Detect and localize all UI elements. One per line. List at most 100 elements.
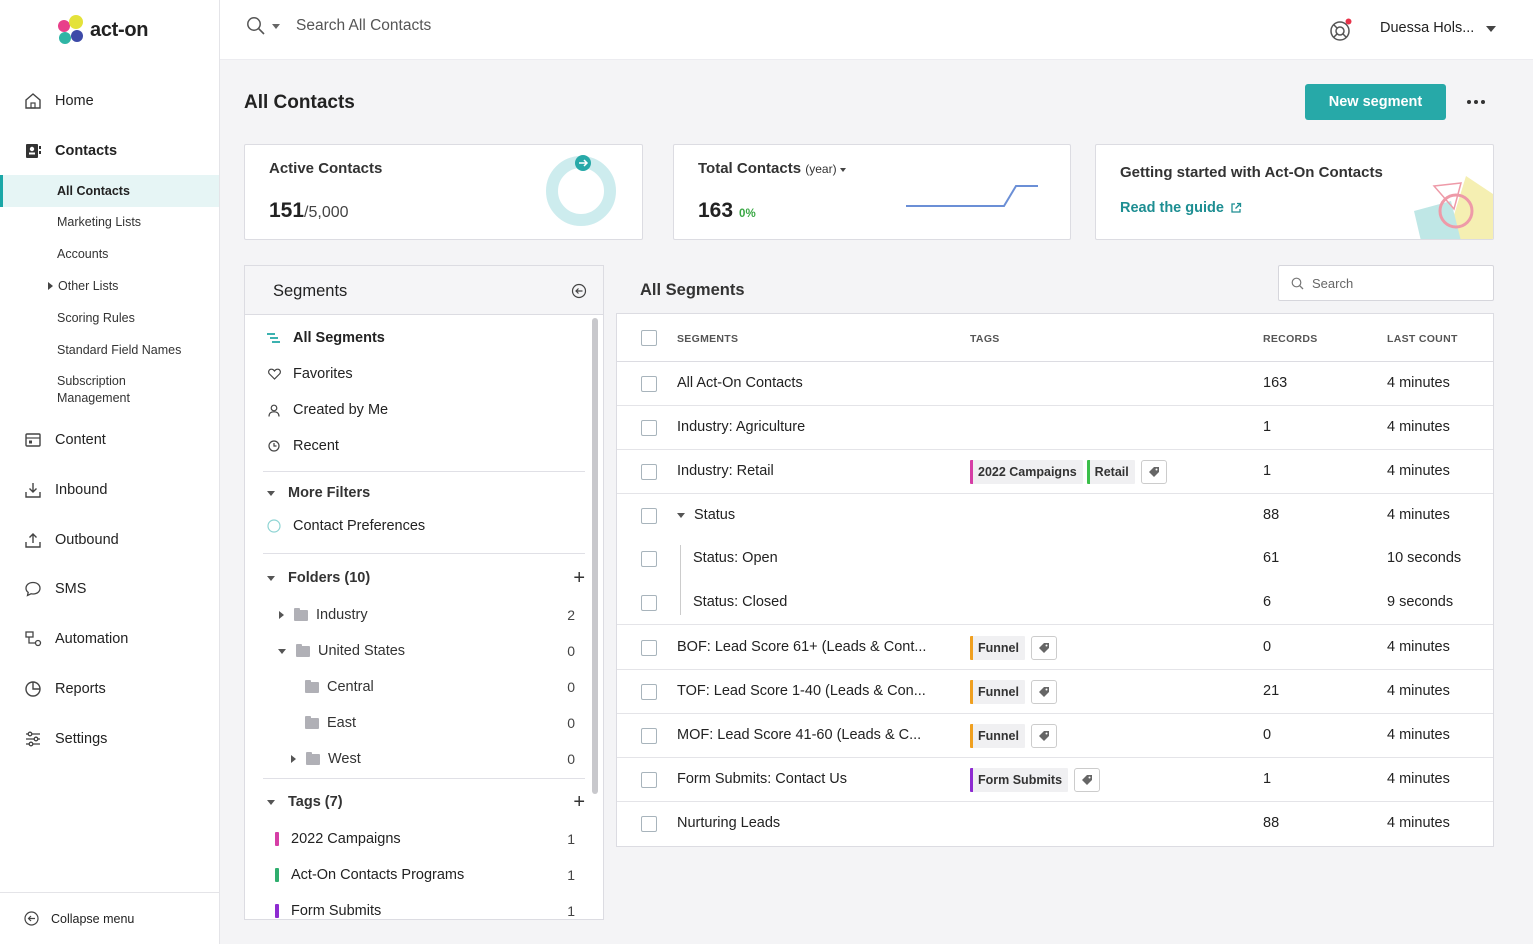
external-link-icon: [1230, 202, 1242, 214]
folder-central[interactable]: Central 0: [267, 670, 575, 704]
sub-other-lists[interactable]: Other Lists: [0, 270, 219, 302]
segment-records: 0: [1263, 639, 1272, 655]
add-tag-icon[interactable]: [1030, 724, 1057, 748]
row-checkbox[interactable]: [641, 640, 657, 656]
row-checkbox[interactable]: [641, 508, 657, 524]
sub-marketing-lists[interactable]: Marketing Lists: [0, 206, 219, 238]
row-checkbox[interactable]: [641, 595, 657, 611]
tag-chip[interactable]: Funnel: [970, 724, 1025, 748]
table-row[interactable]: Form Submits: Contact Us Form Submits 1 …: [617, 758, 1493, 802]
row-checkbox[interactable]: [641, 684, 657, 700]
sub-scoring-rules[interactable]: Scoring Rules: [0, 302, 219, 334]
folder-icon: [305, 715, 319, 729]
act-on-logo[interactable]: act-on: [56, 14, 149, 46]
row-checkbox[interactable]: [641, 728, 657, 744]
segments-scrollbar[interactable]: [592, 318, 598, 794]
outbound-icon: [24, 531, 42, 549]
col-last-count[interactable]: LAST COUNT: [1387, 333, 1458, 345]
more-options-icon[interactable]: [1462, 92, 1490, 112]
filter-recent[interactable]: Recent: [267, 429, 585, 463]
nav-settings[interactable]: Settings: [0, 719, 219, 759]
collapse-menu-button[interactable]: Collapse menu: [0, 892, 219, 944]
row-checkbox[interactable]: [641, 420, 657, 436]
segment-last-count: 9 seconds: [1387, 594, 1454, 610]
search-icon[interactable]: [246, 16, 266, 36]
more-filters-toggle[interactable]: More Filters: [267, 478, 585, 508]
folder-count: 0: [567, 679, 575, 695]
add-tag-icon[interactable]: [1030, 680, 1057, 704]
table-row[interactable]: Status: Closed 6 9 seconds: [617, 581, 1493, 625]
page-title: All Contacts: [244, 92, 355, 113]
sub-standard-field-names[interactable]: Standard Field Names: [0, 334, 219, 366]
tag-chip[interactable]: Funnel: [970, 680, 1025, 704]
row-checkbox[interactable]: [641, 376, 657, 392]
collapse-panel-icon[interactable]: [571, 283, 587, 299]
nav-home[interactable]: Home: [0, 81, 219, 121]
search-scope-caret-icon[interactable]: [272, 23, 280, 29]
nav-reports[interactable]: Reports: [0, 669, 219, 709]
divider: [263, 553, 585, 554]
folder-industry[interactable]: Industry 2: [267, 598, 575, 632]
sub-accounts[interactable]: Accounts: [0, 238, 219, 270]
table-row[interactable]: Status: Open 61 10 seconds: [617, 537, 1493, 581]
folders-toggle[interactable]: Folders (10) +: [267, 563, 585, 593]
table-row[interactable]: MOF: Lead Score 41-60 (Leads & C... Funn…: [617, 714, 1493, 758]
nav-outbound[interactable]: Outbound: [0, 520, 219, 560]
table-row[interactable]: Nurturing Leads 88 4 minutes: [617, 802, 1493, 846]
folder-east[interactable]: East 0: [267, 706, 575, 740]
help-lifebuoy-icon[interactable]: [1328, 17, 1354, 43]
filter-all-segments[interactable]: All Segments: [267, 321, 585, 355]
add-tag-icon[interactable]: +: [573, 791, 585, 814]
tags-toggle[interactable]: Tags (7) +: [267, 787, 585, 817]
row-checkbox[interactable]: [641, 816, 657, 832]
table-row[interactable]: Status 88 4 minutes: [617, 494, 1493, 538]
chevron-down-icon[interactable]: [677, 512, 685, 518]
nav-inbound[interactable]: Inbound: [0, 470, 219, 510]
table-row[interactable]: BOF: Lead Score 61+ (Leads & Cont... Fun…: [617, 626, 1493, 670]
nav-automation[interactable]: Automation: [0, 619, 219, 659]
segment-search-input[interactable]: [1312, 275, 1482, 291]
col-records[interactable]: RECORDS: [1263, 333, 1318, 345]
tag-chip[interactable]: Funnel: [970, 636, 1025, 660]
folder-name: United States: [318, 643, 406, 659]
filter-contact-preferences[interactable]: Contact Preferences: [267, 509, 585, 543]
table-row[interactable]: TOF: Lead Score 1-40 (Leads & Con... Fun…: [617, 670, 1493, 714]
table-row[interactable]: Industry: Agriculture 1 4 minutes: [617, 406, 1493, 450]
tag-form-submits[interactable]: Form Submits 1: [275, 894, 575, 919]
row-tags: Funnel: [970, 680, 1057, 704]
row-checkbox[interactable]: [641, 464, 657, 480]
segments-panel-header: Segments: [245, 266, 603, 315]
row-checkbox[interactable]: [641, 772, 657, 788]
add-tag-icon[interactable]: [1074, 768, 1101, 792]
sub-subscription-management[interactable]: Subscription Management: [0, 372, 170, 408]
search-input[interactable]: [296, 17, 696, 35]
period-dropdown[interactable]: (year): [805, 162, 846, 176]
sub-all-contacts[interactable]: All Contacts: [0, 175, 219, 207]
select-all-checkbox[interactable]: [641, 330, 657, 346]
tag-2022-campaigns[interactable]: 2022 Campaigns 1: [275, 822, 575, 856]
row-checkbox[interactable]: [641, 551, 657, 567]
tag-chip[interactable]: Retail: [1086, 460, 1135, 484]
folder-united-states[interactable]: United States 0: [267, 634, 575, 668]
nav-sms[interactable]: SMS: [0, 569, 219, 609]
tag-act-on-contacts-programs[interactable]: Act-On Contacts Programs 1: [275, 858, 575, 892]
filter-created-by-me[interactable]: Created by Me: [267, 393, 585, 427]
add-tag-icon[interactable]: [1030, 636, 1057, 660]
table-row[interactable]: All Act-On Contacts 163 4 minutes: [617, 362, 1493, 406]
table-row[interactable]: Industry: Retail 2022 Campaigns Retail 1…: [617, 450, 1493, 494]
user-menu[interactable]: Duessa Hols...: [1380, 20, 1474, 36]
tag-chip[interactable]: Form Submits: [970, 768, 1069, 792]
filter-favorites[interactable]: Favorites: [267, 357, 585, 391]
nav-contacts[interactable]: Contacts: [0, 131, 219, 171]
add-tag-icon[interactable]: [1140, 460, 1167, 484]
user-menu-caret-icon[interactable]: [1486, 26, 1496, 32]
add-folder-icon[interactable]: +: [573, 567, 585, 590]
read-guide-link[interactable]: Read the guide: [1120, 200, 1242, 216]
search-icon: [1291, 277, 1304, 290]
tag-chip[interactable]: 2022 Campaigns: [970, 460, 1083, 484]
nav-content[interactable]: Content: [0, 420, 219, 460]
new-segment-button[interactable]: New segment: [1305, 84, 1446, 120]
nav-automation-label: Automation: [55, 631, 129, 647]
folder-west[interactable]: West 0: [267, 742, 575, 776]
col-segments[interactable]: SEGMENTS: [677, 333, 738, 345]
